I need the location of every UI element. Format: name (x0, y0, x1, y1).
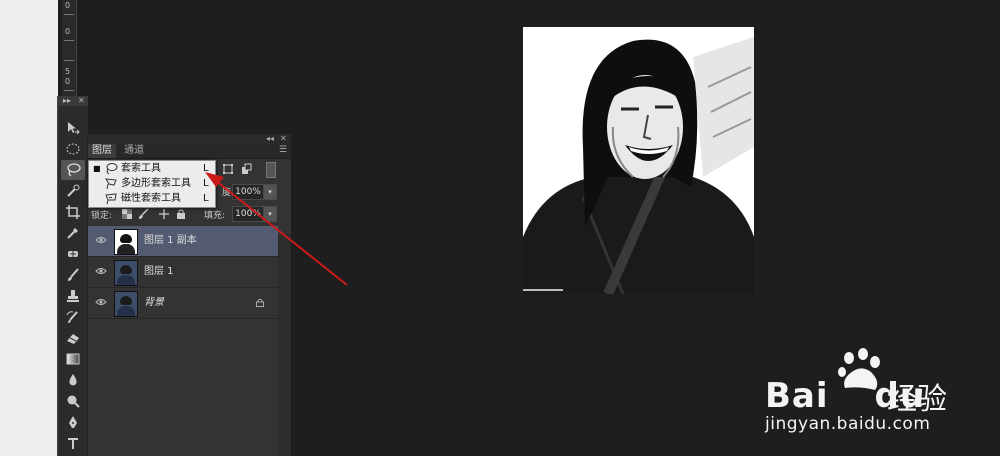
portrait-photo (523, 27, 754, 294)
flyout-item-magnetic-lasso[interactable]: 磁性套索工具 L (89, 191, 215, 206)
ruler-number: 0 (65, 77, 71, 86)
tools-panel: ▸▸ ✕ (57, 96, 89, 456)
flyout-item-lasso[interactable]: ■ 套索工具 L (89, 161, 215, 176)
blur-tool-icon[interactable] (61, 370, 85, 390)
baidu-jingyan-watermark: Bai du 经验 jingyan.baidu.com (765, 348, 985, 438)
lock-transparent-icon[interactable] (122, 209, 132, 219)
flyout-item-label: 磁性套索工具 (121, 193, 181, 204)
filter-toggle-switch[interactable] (266, 162, 276, 178)
watermark-chinese: 经验 (887, 382, 947, 417)
layer-name: 图层 1 (144, 266, 174, 277)
brush-tool-icon[interactable] (61, 265, 85, 285)
layer-name: 图层 1 副本 (144, 235, 197, 246)
eraser-tool-icon[interactable] (61, 328, 85, 348)
flyout-item-label: 套索工具 (121, 163, 161, 174)
layer-thumbnail (114, 260, 138, 286)
fill-field[interactable]: 100% (232, 206, 264, 222)
quick-selection-tool-icon[interactable] (61, 181, 85, 201)
shortcut-key: L (203, 163, 209, 174)
lock-label: 锁定: (91, 211, 113, 221)
layers-tab-bar: 图层 通道 ☰ (88, 144, 291, 159)
history-brush-tool-icon[interactable] (61, 307, 85, 327)
tab-channels[interactable]: 通道 (120, 144, 148, 158)
dodge-tool-icon[interactable] (61, 391, 85, 411)
panel-scrollbar[interactable] (278, 234, 291, 456)
watermark-url: jingyan.baidu.com (765, 414, 931, 434)
layer-name: 背景 (144, 297, 164, 308)
opacity-field[interactable]: 100% (232, 184, 264, 200)
smart-object-icon[interactable] (240, 163, 252, 175)
lasso-tool-icon[interactable] (61, 160, 85, 180)
layer-row[interactable]: 图层 1 副本 (88, 226, 278, 257)
visibility-eye-icon[interactable] (95, 235, 107, 245)
pen-tool-icon[interactable] (61, 412, 85, 432)
baidu-paw-logo-icon (838, 348, 880, 390)
tab-layers[interactable]: 图层 (88, 144, 116, 158)
current-tool-bullet-icon: ■ (93, 164, 101, 173)
shortcut-key: L (203, 193, 209, 204)
close-icon[interactable]: ✕ (280, 134, 287, 144)
lock-position-icon[interactable] (158, 208, 170, 220)
fill-dropdown-icon[interactable]: ▾ (263, 206, 277, 222)
marquee-tool-icon[interactable] (61, 139, 85, 159)
clone-stamp-tool-icon[interactable] (61, 286, 85, 306)
magnetic-lasso-icon (105, 193, 117, 205)
opacity-dropdown-icon[interactable]: ▾ (263, 184, 277, 200)
close-icon[interactable]: ✕ (78, 96, 85, 106)
ruler-number: 5 (65, 67, 71, 76)
tools-panel-header[interactable]: ▸▸ ✕ (58, 96, 88, 106)
layer-thumbnail (114, 291, 138, 317)
visibility-eye-icon[interactable] (95, 297, 107, 307)
collapse-icon[interactable]: ◂◂ (266, 134, 274, 144)
move-tool-icon[interactable] (61, 118, 85, 138)
layer-lock-icon (256, 298, 264, 307)
lock-all-icon[interactable] (176, 209, 186, 219)
layer-row[interactable]: 图层 1 (88, 257, 278, 288)
type-tool-icon[interactable] (61, 433, 85, 453)
visibility-eye-icon[interactable] (95, 266, 107, 276)
flyout-item-polygonal-lasso[interactable]: 多边形套索工具 L (89, 176, 215, 191)
gradient-tool-icon[interactable] (61, 349, 85, 369)
ruler-number: 0 (65, 27, 71, 36)
vertical-ruler: 0 0 5 0 (62, 0, 77, 96)
desktop-background (0, 0, 58, 456)
transform-icon[interactable] (222, 163, 234, 175)
lock-pixels-icon[interactable] (138, 208, 150, 220)
fill-label: 填充: (204, 211, 226, 221)
lasso-tool-flyout-menu: ■ 套索工具 L 多边形套索工具 L 磁性套索工具 L (88, 160, 216, 208)
layers-panel-header[interactable]: ◂◂ ✕ (88, 134, 291, 144)
lasso-icon (106, 163, 118, 175)
crop-tool-icon[interactable] (61, 202, 85, 222)
polygonal-lasso-icon (105, 178, 117, 190)
shortcut-key: L (203, 178, 209, 189)
flyout-item-label: 多边形套索工具 (121, 178, 191, 189)
layer-row[interactable]: 背景 (88, 288, 278, 319)
panel-menu-icon[interactable]: ☰ (279, 145, 287, 155)
eyedropper-tool-icon[interactable] (61, 223, 85, 243)
canvas-image (523, 27, 754, 294)
collapse-icon[interactable]: ▸▸ (63, 96, 71, 106)
spot-healing-tool-icon[interactable] (61, 244, 85, 264)
ruler-number: 0 (65, 1, 71, 10)
layer-thumbnail (114, 229, 138, 255)
